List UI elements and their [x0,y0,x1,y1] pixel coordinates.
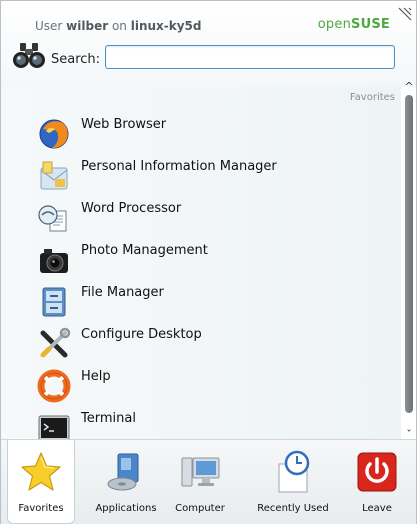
clock-icon [278,450,310,493]
computer-icon [181,457,220,487]
item-label: Configure Desktop [81,327,202,342]
scrollbar-thumb[interactable] [405,95,413,413]
web-browser-icon [39,119,69,149]
host-prefix: on [108,19,131,33]
file-manager-icon [42,287,66,317]
opensuse-logo: openSUSE [318,17,390,32]
search-label: Search: [51,52,101,67]
applications-icon [107,453,139,491]
tab-label: Recently Used [257,503,329,514]
lifebuoy-icon [37,369,71,403]
star-icon [21,452,61,491]
word-processor-icon [38,205,67,232]
vertical-scrollbar[interactable]: ^ ˇ [402,81,416,441]
brand-open: open [317,17,352,32]
tab-favorites[interactable]: Favorites [7,440,75,524]
resize-corner-icon[interactable] [396,5,414,23]
list-item-configure-desktop[interactable]: Configure Desktop [1,323,401,365]
user-name: wilber [66,19,109,33]
camera-icon [40,249,68,273]
list-item-file-manager[interactable]: File Manager [1,281,401,323]
item-label: File Manager [81,285,164,300]
tab-label: Applications [95,503,157,514]
tab-leave[interactable]: Leave [345,440,409,524]
tools-icon [40,327,71,358]
tab-label: Computer [175,503,225,514]
item-label: Photo Management [81,243,208,258]
bottom-tab-bar: Favorites Applications Computer Recently… [1,439,416,524]
user-prefix: User [35,19,67,33]
user-host-label: User wilber on linux-ky5d [35,19,202,33]
tab-computer[interactable]: Computer [169,440,231,524]
item-label: Terminal [81,411,136,426]
pim-icon [40,161,68,190]
application-launcher-menu: User wilber on linux-ky5d openSUSE Searc… [0,0,417,524]
scroll-up-icon[interactable]: ^ [402,81,416,93]
item-label: Personal Information Manager [81,159,277,174]
item-label: Word Processor [81,201,182,216]
list-item-personal-information-manager[interactable]: Personal Information Manager [1,155,401,197]
tab-label: Leave [362,503,392,514]
tab-label: Favorites [18,503,64,514]
section-title-favorites: Favorites [349,92,395,103]
favorites-list: Favorites Web Browser Personal Informati… [1,87,401,441]
power-icon [357,452,397,492]
list-item-word-processor[interactable]: Word Processor [1,197,401,239]
search-input[interactable] [105,45,395,69]
brand-suse: SUSE [351,17,390,32]
list-item-web-browser[interactable]: Web Browser [1,113,401,155]
binoculars-icon [13,43,45,68]
list-item-help[interactable]: Help [1,365,401,407]
host-name: linux-ky5d [130,19,202,33]
tab-recently-used[interactable]: Recently Used [249,440,337,524]
item-label: Web Browser [81,117,167,132]
tab-applications[interactable]: Applications [87,440,165,524]
menu-header: User wilber on linux-ky5d openSUSE Searc… [1,1,416,87]
list-item-photo-management[interactable]: Photo Management [1,239,401,281]
item-label: Help [81,369,111,384]
